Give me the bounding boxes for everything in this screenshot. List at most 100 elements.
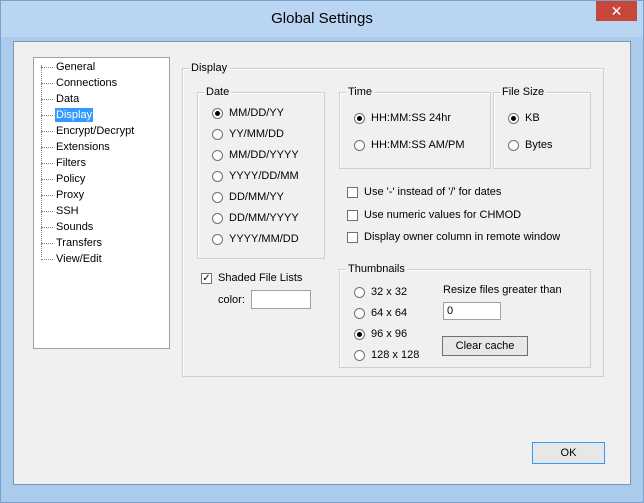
radio-option[interactable]: 64 x 64: [354, 305, 407, 321]
tree-item-label[interactable]: Connections: [55, 76, 118, 90]
owner-column-label: Display owner column in remote window: [364, 231, 561, 243]
tree-item-label[interactable]: Data: [55, 92, 80, 106]
radio-button[interactable]: [354, 349, 365, 361]
radio-option[interactable]: HH:MM:SS 24hr: [354, 110, 451, 126]
tree-item[interactable]: SSH: [41, 203, 80, 219]
tree-item-label[interactable]: Proxy: [55, 188, 85, 202]
tree-item-label[interactable]: Extensions: [55, 140, 111, 154]
radio-option[interactable]: DD/MM/YY: [212, 189, 284, 205]
radio-button[interactable]: [508, 112, 519, 124]
radio-button[interactable]: [354, 307, 365, 319]
tree-connector: [41, 242, 53, 244]
owner-column-checkbox[interactable]: Display owner column in remote window: [347, 229, 560, 245]
radio-button[interactable]: [212, 149, 223, 161]
radio-option[interactable]: 32 x 32: [354, 284, 407, 300]
time-group: Time HH:MM:SS 24hr HH:MM:SS AM/PM: [339, 85, 491, 169]
radio-option[interactable]: DD/MM/YYYY: [212, 210, 299, 226]
radio-button[interactable]: [508, 139, 519, 151]
tree-item[interactable]: Encrypt/Decrypt: [41, 123, 135, 139]
color-input[interactable]: [251, 290, 311, 309]
ok-button[interactable]: OK: [532, 442, 605, 464]
dash-dates-checkbox[interactable]: Use '-' instead of '/' for dates: [347, 184, 501, 200]
radio-label: HH:MM:SS AM/PM: [371, 139, 465, 151]
tree-item[interactable]: Transfers: [41, 235, 103, 251]
checkbox-box[interactable]: [347, 231, 358, 243]
radio-button[interactable]: [354, 328, 365, 340]
tree-connector: [41, 258, 53, 260]
resize-threshold-input[interactable]: 0: [443, 302, 501, 320]
radio-label: HH:MM:SS 24hr: [371, 112, 452, 124]
thumbnails-group-title: Thumbnails: [346, 262, 407, 276]
checkbox-box[interactable]: [347, 186, 358, 198]
shaded-file-lists-label: Shaded File Lists: [218, 272, 303, 284]
radio-button[interactable]: [212, 191, 223, 203]
tree-item[interactable]: Display: [41, 107, 94, 123]
tree-item[interactable]: Filters: [41, 155, 87, 171]
title-bar[interactable]: Global Settings ✕: [1, 1, 643, 37]
tree-connector: [41, 226, 53, 228]
tree-item[interactable]: View/Edit: [41, 251, 103, 267]
tree-item-label[interactable]: Filters: [55, 156, 87, 170]
radio-option[interactable]: Bytes: [508, 137, 553, 153]
radio-option[interactable]: YYYY/MM/DD: [212, 231, 299, 247]
radio-button[interactable]: [212, 233, 223, 245]
radio-button[interactable]: [212, 107, 223, 119]
clear-cache-button[interactable]: Clear cache: [442, 336, 528, 356]
radio-option[interactable]: HH:MM:SS AM/PM: [354, 137, 465, 153]
radio-option[interactable]: YY/MM/DD: [212, 126, 284, 142]
tree-connector: [41, 210, 53, 212]
tree-item-label[interactable]: View/Edit: [55, 252, 103, 266]
tree-item[interactable]: Proxy: [41, 187, 85, 203]
close-icon: ✕: [610, 3, 623, 19]
tree-item[interactable]: Extensions: [41, 139, 111, 155]
window-title: Global Settings: [271, 10, 373, 27]
tree-item-label[interactable]: Policy: [55, 172, 86, 186]
radio-option[interactable]: YYYY/DD/MM: [212, 168, 299, 184]
tree-item-label[interactable]: Display: [55, 108, 94, 122]
radio-option[interactable]: KB: [508, 110, 540, 126]
tree-connector: [41, 66, 53, 68]
checkbox-box[interactable]: ✓: [201, 272, 212, 284]
radio-label: YYYY/DD/MM: [229, 170, 299, 182]
tree-item[interactable]: Data: [41, 91, 80, 107]
radio-option[interactable]: 128 x 128: [354, 347, 419, 363]
close-button[interactable]: ✕: [596, 1, 637, 21]
radio-button[interactable]: [212, 128, 223, 140]
radio-label: YY/MM/DD: [229, 128, 284, 140]
tree-connector: [41, 194, 53, 196]
tree-connector: [41, 146, 53, 148]
shaded-file-lists-checkbox[interactable]: ✓ Shaded File Lists: [201, 270, 302, 286]
radio-button[interactable]: [354, 286, 365, 298]
tree-item-label[interactable]: Encrypt/Decrypt: [55, 124, 135, 138]
radio-button[interactable]: [354, 112, 365, 124]
tree-item[interactable]: Connections: [41, 75, 118, 91]
filesize-group: File Size KB Bytes: [493, 85, 591, 169]
tree-item-label[interactable]: Transfers: [55, 236, 103, 250]
radio-label: KB: [525, 112, 540, 124]
date-group: Date MM/DD/YY YY/MM/DD MM/DD/YYYY YYYY/DD/M…: [197, 85, 325, 259]
radio-button[interactable]: [212, 212, 223, 224]
radio-label: 96 x 96: [371, 328, 408, 340]
display-group-title: Display: [189, 61, 230, 75]
radio-label: DD/MM/YY: [229, 191, 284, 203]
checkmark-icon: ✓: [202, 272, 211, 284]
numeric-chmod-checkbox[interactable]: Use numeric values for CHMOD: [347, 207, 521, 223]
radio-option[interactable]: MM/DD/YYYY: [212, 147, 299, 163]
radio-label: 64 x 64: [371, 307, 408, 319]
radio-button[interactable]: [212, 170, 223, 182]
tree-item[interactable]: Sounds: [41, 219, 94, 235]
tree-item[interactable]: General: [41, 59, 96, 75]
category-tree: General Connections Data Display Encrypt/Dec…: [33, 57, 170, 349]
checkbox-box[interactable]: [347, 209, 358, 221]
radio-button[interactable]: [354, 139, 365, 151]
radio-option[interactable]: 96 x 96: [354, 326, 407, 342]
tree-item[interactable]: Policy: [41, 171, 86, 187]
date-group-title: Date: [204, 85, 232, 99]
tree-item-label[interactable]: General: [55, 60, 96, 74]
radio-option[interactable]: MM/DD/YY: [212, 105, 284, 121]
radio-label: 128 x 128: [371, 349, 420, 361]
tree-item-label[interactable]: SSH: [55, 204, 80, 218]
radio-label: MM/DD/YY: [229, 107, 284, 119]
tree-connector: [41, 82, 53, 84]
tree-item-label[interactable]: Sounds: [55, 220, 94, 234]
